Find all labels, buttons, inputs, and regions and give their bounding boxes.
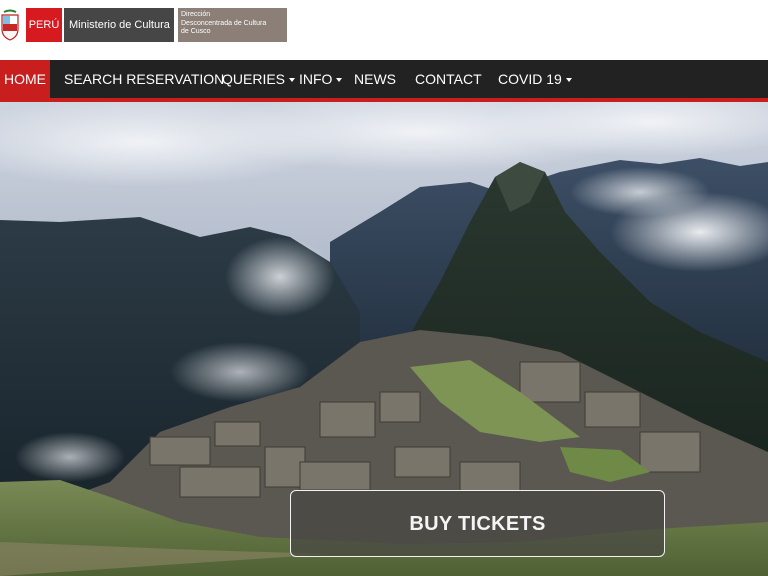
nav-news[interactable]: NEWS: [354, 60, 396, 98]
caret-down-icon: [565, 78, 572, 83]
directorate-line: de Cusco: [181, 28, 211, 35]
nav-contact[interactable]: CONTACT: [415, 60, 482, 98]
peru-logo[interactable]: PERÚ: [26, 8, 62, 42]
directorate-line: Dirección: [181, 11, 211, 18]
caret-down-icon: [336, 78, 343, 83]
coat-of-arms-icon: [1, 9, 19, 41]
nav-search-reservation[interactable]: SEARCH RESERVATION: [64, 60, 224, 98]
caret-down-icon: [289, 78, 296, 83]
nav-label: COVID 19: [498, 71, 562, 87]
nav-covid-19[interactable]: COVID 19: [498, 60, 572, 98]
nav-label: SEARCH RESERVATION: [64, 71, 225, 87]
buy-tickets-button[interactable]: BUY TICKETS: [290, 490, 665, 557]
nav-label: INFO: [299, 71, 333, 87]
directorate-logo[interactable]: Dirección Desconcentrada de Cultura de C…: [177, 8, 287, 42]
nav-label: QUERIES: [222, 71, 286, 87]
main-navbar: HOME SEARCH RESERVATION QUERIES INFO NEW…: [0, 60, 768, 98]
nav-queries[interactable]: QUERIES: [222, 60, 296, 98]
nav-label: HOME: [4, 71, 46, 87]
nav-home[interactable]: HOME: [0, 60, 50, 98]
directorate-line: Desconcentrada de Cultura: [181, 19, 267, 27]
nav-label: CONTACT: [415, 71, 482, 87]
ministry-logo[interactable]: Ministerio de Cultura: [64, 8, 174, 42]
site-header: PERÚ Ministerio de Cultura Dirección Des…: [0, 0, 768, 60]
nav-info[interactable]: INFO: [299, 60, 343, 98]
nav-label: NEWS: [354, 71, 396, 87]
